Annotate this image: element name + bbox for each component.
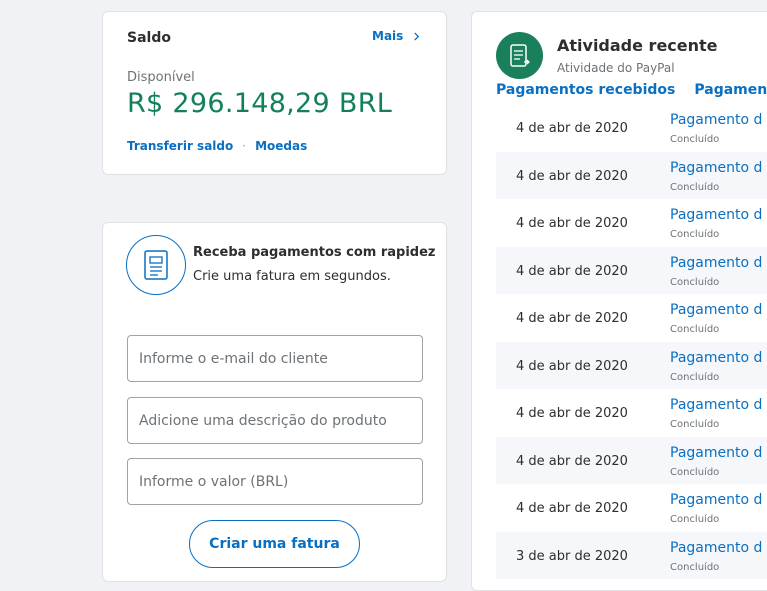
chevron-right-icon: [414, 31, 420, 41]
activity-description[interactable]: Pagamento d: [670, 492, 762, 508]
activity-description[interactable]: Pagamento d: [670, 445, 762, 461]
activity-description[interactable]: Pagamento d: [670, 112, 762, 128]
currencies-link[interactable]: Moedas: [255, 139, 307, 153]
create-invoice-button[interactable]: Criar uma fatura: [189, 520, 360, 568]
tab-payments-received[interactable]: Pagamentos recebidos: [496, 82, 675, 98]
activity-document-icon: [509, 43, 530, 67]
activity-status: Concluído: [670, 134, 720, 145]
activity-status: Concluído: [670, 371, 720, 383]
invoice-icon: [126, 235, 186, 295]
product-description-input[interactable]: [127, 397, 423, 444]
activity-list: 4 de abr de 2020 Pagamento d Concluído 4…: [496, 104, 767, 579]
activity-status: Concluído: [670, 276, 720, 288]
activity-subtitle: Atividade do PayPal: [557, 61, 675, 75]
activity-date: 4 de abr de 2020: [516, 263, 628, 279]
activity-date: 3 de abr de 2020: [516, 548, 628, 564]
invoice-document-icon: [144, 250, 168, 280]
balance-title: Saldo: [127, 30, 171, 46]
tab-payments[interactable]: Pagamentos: [694, 82, 767, 98]
activity-date: 4 de abr de 2020: [516, 453, 628, 469]
activity-description[interactable]: Pagamento d: [670, 255, 762, 271]
activity-date: 4 de abr de 2020: [516, 501, 628, 516]
activity-status: Concluído: [670, 324, 720, 335]
balance-links: Transferir saldo · Moedas: [127, 139, 307, 153]
activity-description[interactable]: Pagamento d: [670, 302, 762, 318]
activity-status: Concluído: [670, 466, 720, 478]
activity-row[interactable]: 4 de abr de 2020 Pagamento d Concluído: [496, 389, 767, 437]
amount-input[interactable]: [127, 458, 423, 505]
activity-date: 4 de abr de 2020: [516, 216, 628, 231]
activity-date: 4 de abr de 2020: [516, 168, 628, 184]
invoice-card: Receba pagamentos com rapidez Crie uma f…: [102, 222, 447, 582]
activity-title: Atividade recente: [557, 36, 718, 55]
link-separator: ·: [242, 139, 247, 153]
available-label: Disponível: [127, 70, 195, 85]
activity-row[interactable]: 4 de abr de 2020 Pagamento d Concluído: [496, 104, 767, 152]
activity-tabs: Pagamentos recebidos Pagamentos: [496, 82, 767, 98]
more-link[interactable]: Mais: [372, 29, 421, 43]
activity-status: Concluído: [670, 419, 720, 430]
activity-date: 4 de abr de 2020: [516, 121, 628, 136]
activity-row[interactable]: 4 de abr de 2020 Pagamento d Concluído: [496, 246, 767, 294]
activity-status: Concluído: [670, 229, 720, 240]
activity-row[interactable]: 4 de abr de 2020 Pagamento d Concluído: [496, 199, 767, 247]
recent-activity-card: Atividade recente Atividade do PayPal Pa…: [471, 11, 767, 591]
activity-date: 4 de abr de 2020: [516, 406, 628, 421]
activity-status: Concluído: [670, 514, 720, 525]
activity-row[interactable]: 4 de abr de 2020 Pagamento d Concluído: [496, 294, 767, 342]
invoice-subtitle: Crie uma fatura em segundos.: [193, 269, 391, 284]
invoice-title: Receba pagamentos com rapidez: [193, 245, 436, 260]
activity-status: Concluído: [670, 561, 720, 573]
transfer-balance-link[interactable]: Transferir saldo: [127, 139, 233, 153]
activity-row[interactable]: 3 de abr de 2020 Pagamento d Concluído: [496, 531, 767, 579]
customer-email-input[interactable]: [127, 335, 423, 382]
activity-row[interactable]: 4 de abr de 2020 Pagamento d Concluído: [496, 436, 767, 484]
activity-description[interactable]: Pagamento d: [670, 160, 762, 176]
activity-row[interactable]: 4 de abr de 2020 Pagamento d Concluído: [496, 484, 767, 532]
balance-amount: R$ 296.148,29 BRL: [127, 88, 393, 119]
activity-status: Concluído: [670, 181, 720, 193]
activity-description[interactable]: Pagamento d: [670, 207, 762, 223]
activity-description[interactable]: Pagamento d: [670, 397, 762, 413]
activity-list-icon: [496, 32, 543, 79]
more-link-label[interactable]: Mais: [372, 29, 403, 43]
activity-row[interactable]: 4 de abr de 2020 Pagamento d Concluído: [496, 341, 767, 389]
activity-row[interactable]: 4 de abr de 2020 Pagamento d Concluído: [496, 151, 767, 199]
activity-description[interactable]: Pagamento d: [670, 350, 762, 366]
activity-date: 4 de abr de 2020: [516, 311, 628, 326]
balance-card: Saldo Mais Disponível R$ 296.148,29 BRL …: [102, 11, 447, 175]
activity-date: 4 de abr de 2020: [516, 358, 628, 374]
activity-description[interactable]: Pagamento d: [670, 540, 762, 556]
